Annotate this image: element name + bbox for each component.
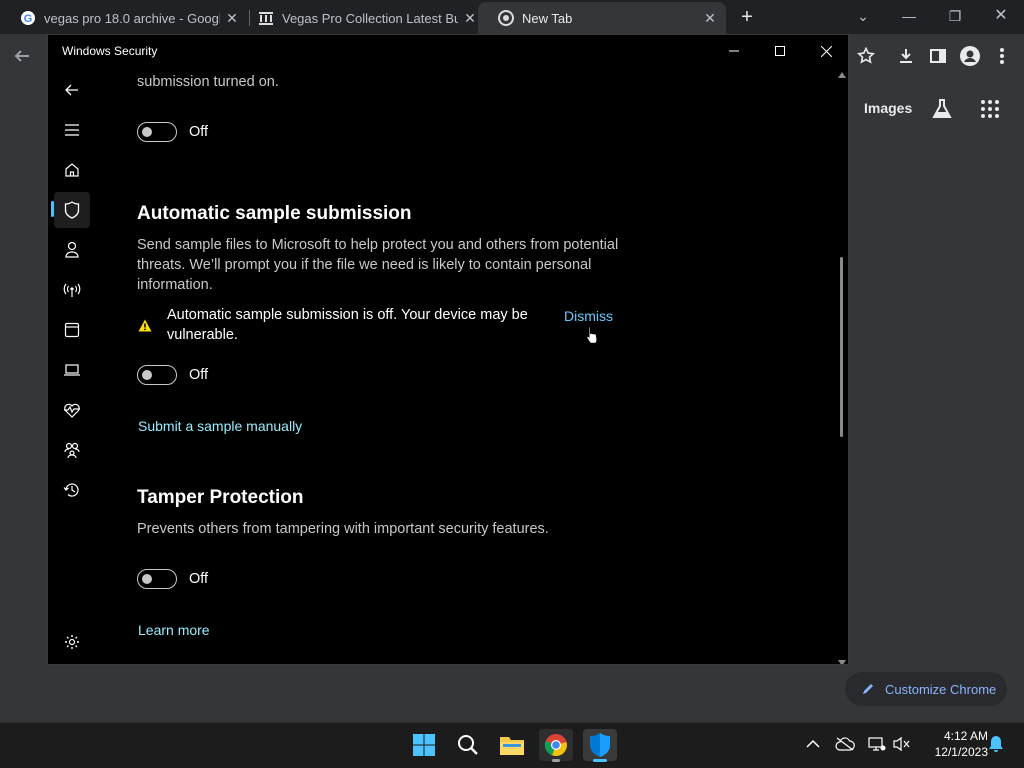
shield-icon	[64, 201, 80, 219]
network-status-icon[interactable]	[867, 734, 887, 754]
restore-icon[interactable]: ❐	[941, 4, 969, 28]
sample-submission-description: Send sample files to Microsoft to help p…	[137, 237, 619, 293]
bookmark-star-icon[interactable]	[854, 44, 878, 68]
svg-text:G: G	[24, 13, 33, 25]
cloud-description-tail: submission turned on.	[137, 74, 279, 90]
labs-flask-icon[interactable]	[930, 97, 954, 126]
tab-vegas-archive[interactable]: Vegas Pro Collection Latest Build ✕	[238, 2, 486, 34]
search-button[interactable]	[451, 729, 485, 761]
back-icon[interactable]	[10, 44, 34, 68]
app-browser-icon	[64, 322, 80, 338]
maximize-button[interactable]	[757, 37, 803, 65]
warning-message: Automatic sample submission is off. Your…	[167, 307, 528, 343]
windows-security-window: Windows Security submission turned on. O…	[47, 34, 849, 665]
menu-icon	[65, 124, 79, 136]
chrome-icon	[544, 734, 567, 757]
health-icon	[64, 403, 80, 418]
close-tab-icon[interactable]: ✕	[462, 10, 478, 26]
nav-firewall-network[interactable]	[54, 272, 90, 308]
submit-sample-manually-link[interactable]: Submit a sample manually	[138, 418, 302, 434]
settings-content: submission turned on. Off Automatic samp…	[137, 35, 737, 664]
customize-chrome-label: Customize Chrome	[885, 681, 997, 697]
scrollbar-thumb[interactable]	[840, 257, 843, 437]
nav-account-protection[interactable]	[54, 232, 90, 268]
cloud-protection-toggle[interactable]	[137, 122, 177, 142]
back-button[interactable]	[54, 72, 90, 108]
back-icon	[65, 84, 78, 96]
scroll-up-icon[interactable]	[838, 72, 846, 78]
pencil-icon	[863, 684, 873, 694]
google-icon: G	[20, 10, 36, 26]
mouse-cursor	[585, 325, 599, 350]
dismiss-link[interactable]: Dismiss	[564, 308, 613, 324]
profile-icon[interactable]	[958, 44, 982, 68]
warning-icon	[138, 319, 152, 337]
nav-virus-protection[interactable]	[54, 192, 90, 228]
search-icon	[458, 735, 478, 755]
cut-off-text	[137, 53, 657, 61]
onedrive-icon[interactable]	[835, 734, 855, 754]
chrome-taskbar-button[interactable]	[539, 729, 573, 761]
start-button[interactable]	[407, 729, 441, 761]
device-security-icon	[64, 364, 80, 376]
archive-icon	[258, 10, 274, 26]
nav-settings[interactable]	[54, 624, 90, 660]
sample-submission-heading: Automatic sample submission	[137, 203, 412, 224]
nav-protection-history[interactable]	[54, 472, 90, 508]
volume-muted-icon[interactable]	[892, 734, 912, 754]
nav-device-performance[interactable]	[54, 392, 90, 428]
folder-icon	[500, 737, 524, 755]
cloud-toggle-label: Off	[189, 124, 209, 140]
windows-security-taskbar-button[interactable]	[583, 729, 617, 761]
clock-date: 12/1/2023	[934, 745, 988, 759]
close-button[interactable]	[803, 37, 848, 65]
tab-search-icon[interactable]: ⌄	[849, 4, 877, 28]
family-icon	[64, 442, 80, 459]
tab-new-tab[interactable]: New Tab ✕	[478, 2, 726, 34]
taskbar-clock[interactable]: 4:12 AM 12/1/2023	[918, 728, 988, 760]
clock-time: 4:12 AM	[943, 729, 988, 743]
show-hidden-icons[interactable]	[803, 734, 823, 754]
menu-button[interactable]	[54, 112, 90, 148]
tab-title: vegas pro 18.0 archive - Google S	[44, 10, 220, 26]
tamper-toggle-label: Off	[189, 571, 209, 587]
sample-toggle-label: Off	[189, 367, 209, 383]
learn-more-link[interactable]: Learn more	[138, 622, 210, 638]
sample-submission-toggle[interactable]	[137, 365, 177, 385]
images-link[interactable]: Images	[864, 100, 912, 116]
tab-title: Vegas Pro Collection Latest Build	[282, 10, 458, 26]
security-shield-icon	[590, 733, 610, 757]
network-icon	[63, 283, 81, 297]
apps-grid-icon[interactable]	[980, 99, 1000, 124]
tab-title: New Tab	[522, 10, 573, 26]
file-explorer-button[interactable]	[495, 729, 529, 761]
scroll-down-icon[interactable]	[838, 660, 846, 665]
settings-icon	[65, 635, 79, 649]
download-icon[interactable]	[894, 44, 918, 68]
windows-start-icon	[413, 734, 435, 756]
minimize-icon[interactable]: —	[895, 4, 923, 28]
account-icon	[65, 241, 79, 258]
nav-app-browser-control[interactable]	[54, 312, 90, 348]
customize-chrome-button[interactable]: Customize Chrome	[845, 672, 1007, 706]
scrollbar[interactable]	[837, 72, 847, 665]
tamper-protection-description: Prevents others from tampering with impo…	[137, 521, 549, 537]
chrome-icon	[498, 10, 514, 26]
nav-device-security[interactable]	[54, 352, 90, 388]
nav-home[interactable]	[54, 152, 90, 188]
chrome-running-indicator	[552, 759, 560, 762]
side-panel-icon[interactable]	[926, 44, 950, 68]
tamper-protection-toggle[interactable]	[137, 569, 177, 589]
notification-bell-icon[interactable]	[986, 734, 1006, 754]
history-icon	[63, 483, 79, 497]
security-active-indicator	[593, 759, 607, 762]
close-window-icon[interactable]: ✕	[987, 4, 1015, 28]
new-tab-button[interactable]: +	[736, 6, 758, 28]
close-tab-icon[interactable]: ✕	[702, 10, 718, 26]
nav-family-options[interactable]	[54, 432, 90, 468]
tamper-protection-heading: Tamper Protection	[137, 487, 304, 508]
chrome-menu-icon[interactable]	[990, 44, 1014, 68]
home-icon	[65, 163, 79, 177]
tab-google-search[interactable]: G vegas pro 18.0 archive - Google S ✕	[0, 2, 248, 34]
